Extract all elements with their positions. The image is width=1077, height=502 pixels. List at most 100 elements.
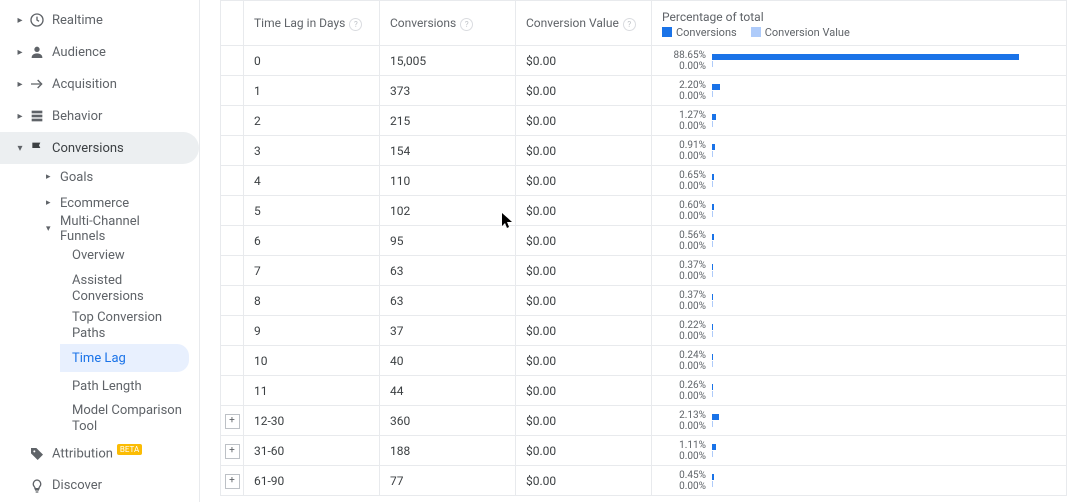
expand-cell [221, 376, 244, 406]
pct-bars [712, 106, 1066, 135]
pct-labels: 2.20%0.00% [652, 76, 712, 105]
help-icon[interactable]: ? [623, 18, 636, 31]
pct-labels: 0.60%0.00% [652, 196, 712, 225]
sidebar-item-assisted[interactable]: Assisted Conversions [60, 270, 192, 307]
sidebar-item-time-lag[interactable]: Time Lag [60, 344, 189, 372]
pct-labels: 1.11%0.00% [652, 436, 712, 465]
bulb-icon [26, 478, 48, 494]
cell-timelag: 10 [244, 346, 380, 376]
cell-percentage: 0.37%0.00% [652, 286, 1067, 316]
expand-button[interactable]: + [225, 414, 240, 429]
table-row: 015,005$0.0088.65%0.00% [221, 46, 1067, 76]
flag-icon [26, 140, 48, 156]
sidebar-item-label: Multi-Channel Funnels [60, 214, 170, 244]
cell-timelag: 11 [244, 376, 380, 406]
cell-timelag: 7 [244, 256, 380, 286]
sidebar-item-mcf[interactable]: ▾ Multi-Channel Funnels [48, 216, 199, 242]
bar-conversions [712, 444, 716, 450]
bar-conversions [712, 204, 714, 210]
sidebar: ▸ Realtime ▸ Audience ▸ Acquisition [0, 0, 200, 502]
cell-timelag: 4 [244, 166, 380, 196]
cell-conversions: 77 [380, 466, 516, 496]
nav-label: Realtime [52, 13, 103, 28]
cell-percentage: 88.65%0.00% [652, 46, 1067, 76]
sidebar-item-top-paths[interactable]: Top Conversion Paths [60, 307, 192, 344]
cell-conversions: 110 [380, 166, 516, 196]
bar-conversions [712, 324, 713, 330]
pct-bars [712, 286, 1066, 315]
bar-conversion-value [712, 331, 713, 337]
sidebar-item-model-comparison[interactable]: Model Comparison Tool [60, 400, 192, 437]
nav-item-realtime[interactable]: ▸ Realtime [0, 4, 199, 36]
cell-conversion-value: $0.00 [516, 466, 652, 496]
sidebar-item-ecommerce[interactable]: ▸ Ecommerce [48, 190, 199, 216]
cell-percentage: 1.27%0.00% [652, 106, 1067, 136]
expand-button[interactable]: + [225, 444, 240, 459]
value: $0.00 [526, 144, 556, 158]
value: 110 [390, 174, 410, 188]
table-row: 695$0.000.56%0.00% [221, 226, 1067, 256]
cell-conversion-value: $0.00 [516, 436, 652, 466]
nav-item-behavior[interactable]: ▸ Behavior [0, 100, 199, 132]
expand-cell[interactable]: + [221, 406, 244, 436]
help-icon[interactable]: ? [349, 18, 362, 31]
value: 5 [254, 204, 261, 218]
table-row: 2215$0.001.27%0.00% [221, 106, 1067, 136]
cell-percentage: 2.13%0.00% [652, 406, 1067, 436]
nav-label: AttributionBETA [52, 445, 142, 461]
bar-conversions [712, 114, 716, 120]
cell-percentage: 0.26%0.00% [652, 376, 1067, 406]
cell-conversion-value: $0.00 [516, 196, 652, 226]
value: 9 [254, 324, 261, 338]
sidebar-item-path-length[interactable]: Path Length [60, 372, 199, 400]
sidebar-item-goals[interactable]: ▸ Goals [48, 164, 199, 190]
value: 2 [254, 114, 261, 128]
col-timelag[interactable]: Time Lag in Days? [244, 1, 380, 46]
nav-item-discover[interactable]: Discover [0, 470, 199, 502]
bar-conversion-value [712, 151, 713, 157]
nav-item-attribution[interactable]: AttributionBETA [0, 438, 199, 470]
value: $0.00 [526, 324, 556, 338]
value: $0.00 [526, 84, 556, 98]
bar-conversions [712, 264, 713, 270]
stack-icon [26, 108, 48, 124]
table-row: +31-60188$0.001.11%0.00% [221, 436, 1067, 466]
chevron-right-icon: ▸ [46, 198, 51, 208]
nav-label: Behavior [52, 109, 102, 124]
expand-cell[interactable]: + [221, 466, 244, 496]
bar-conversions [712, 54, 1019, 60]
expand-button[interactable]: + [225, 474, 240, 489]
cell-conversions: 95 [380, 226, 516, 256]
sidebar-item-overview[interactable]: Overview [60, 242, 199, 270]
nav-label: Conversions [52, 141, 124, 156]
nav-item-audience[interactable]: ▸ Audience [0, 36, 199, 68]
value: $0.00 [526, 204, 556, 218]
pct-labels: 0.26%0.00% [652, 376, 712, 405]
value: 188 [390, 444, 410, 458]
bar-conversions [712, 174, 714, 180]
pct-labels: 0.65%0.00% [652, 166, 712, 195]
value: 373 [390, 84, 410, 98]
bar-conversions [712, 414, 719, 420]
pct-bars [712, 256, 1066, 285]
help-icon[interactable]: ? [460, 18, 473, 31]
value: $0.00 [526, 174, 556, 188]
cell-conversions: 188 [380, 436, 516, 466]
bar-conversions [712, 354, 713, 360]
value: 3 [254, 144, 261, 158]
bar-conversion-value [712, 451, 713, 457]
table-row: 4 110 $0.00 0.65%0.00% [221, 166, 1067, 196]
table-row: +61-9077$0.000.45%0.00% [221, 466, 1067, 496]
table-row: 3154$0.000.91%0.00% [221, 136, 1067, 166]
expand-cell[interactable]: + [221, 436, 244, 466]
nav-item-acquisition[interactable]: ▸ Acquisition [0, 68, 199, 100]
col-conversion-value[interactable]: Conversion Value? [516, 1, 652, 46]
nav-item-conversions[interactable]: ▾ Conversions [0, 132, 199, 164]
value: $0.00 [526, 54, 556, 68]
value: $0.00 [526, 384, 556, 398]
clock-icon [26, 12, 48, 28]
bar-conversion-value [712, 241, 713, 247]
cell-conversions: 15,005 [380, 46, 516, 76]
col-conversions[interactable]: Conversions? [380, 1, 516, 46]
cell-percentage: 0.45%0.00% [652, 466, 1067, 496]
